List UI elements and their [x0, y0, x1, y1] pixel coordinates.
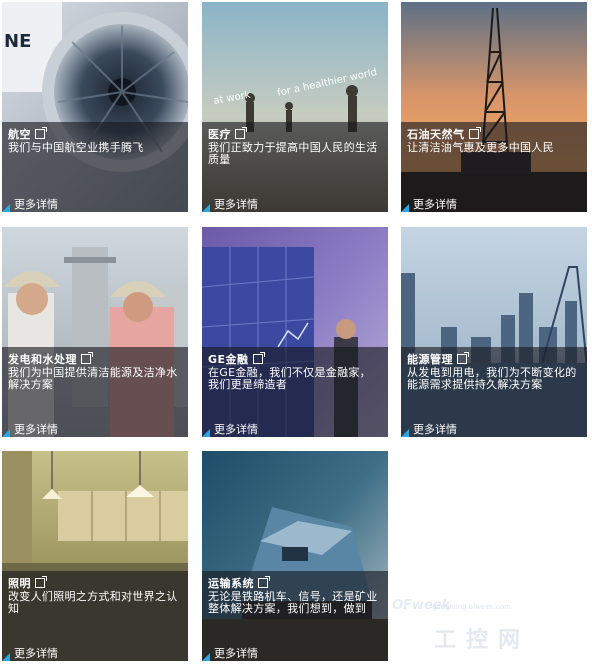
triangle-icon	[202, 429, 210, 437]
tile-energy-management[interactable]: 能源管理 从发电到用电，我们为不断变化的能源需求提供持久解决方案 更多详情	[401, 227, 587, 437]
tile-description: 我们为中国提供清洁能源及洁净水解决方案	[8, 366, 178, 391]
tile-description: 改变人们照明之方式和对世界之认知	[8, 590, 178, 615]
triangle-icon	[2, 429, 10, 437]
tile-description: 从发电到用电，我们为不断变化的能源需求提供持久解决方案	[407, 366, 577, 391]
external-link-icon	[252, 352, 265, 364]
tile-description: 我们正致力于提高中国人民的生活质量	[208, 141, 378, 166]
tile-title: 航空	[8, 128, 31, 141]
tile-oil-gas[interactable]: 石油天然气 让清洁油气惠及更多中国人民 更多详情	[401, 2, 587, 212]
external-link-icon	[457, 352, 469, 364]
tile-description: 在GE金融，我们不仅是金融家，我们更是缔造者	[208, 366, 371, 391]
external-link-icon	[81, 352, 93, 364]
tile-title: 能源管理	[407, 353, 453, 366]
tile-ge-capital[interactable]: GE金融 在GE金融，我们不仅是金融家，我们更是缔造者 更多详情	[202, 227, 388, 437]
triangle-icon	[202, 653, 210, 661]
more-details-label: 更多详情	[214, 423, 258, 436]
external-link-icon	[468, 127, 481, 139]
triangle-icon	[2, 204, 10, 212]
external-link-icon	[35, 576, 47, 588]
more-details-link[interactable]: 更多详情	[202, 196, 388, 212]
tile-power-water[interactable]: 发电和水处理 我们为中国提供清洁能源及洁净水解决方案 更多详情	[2, 227, 188, 437]
external-link-icon	[235, 127, 247, 139]
tile-description: 我们与中国航空业携手腾飞	[8, 141, 144, 154]
external-link-icon	[258, 576, 270, 588]
tile-lighting[interactable]: 照明 改变人们照明之方式和对世界之认知 更多详情	[2, 451, 188, 661]
more-details-label: 更多详情	[14, 647, 58, 660]
tile-title: 照明	[8, 577, 31, 590]
more-details-label: 更多详情	[413, 423, 457, 436]
tile-transportation[interactable]: 运输系统 无论是铁路机车、信号，还是矿业整体解决方案，我们想到，做到 更多详情	[202, 451, 388, 661]
more-details-label: 更多详情	[214, 647, 258, 660]
tile-healthcare[interactable]: at work for a healthier world 医疗 我们正致力于提…	[202, 2, 388, 212]
triangle-icon	[2, 653, 10, 661]
more-details-label: 更多详情	[413, 198, 457, 211]
tile-title: 发电和水处理	[8, 353, 77, 366]
more-details-link[interactable]: 更多详情	[202, 645, 388, 661]
watermark-cn: 工控网	[434, 628, 531, 653]
tile-title: 运输系统	[208, 577, 254, 590]
tile-title: 医疗	[208, 128, 231, 141]
more-details-link[interactable]: 更多详情	[2, 421, 188, 437]
tile-description: 让清洁油气惠及更多中国人民	[407, 141, 554, 154]
more-details-label: 更多详情	[214, 198, 258, 211]
tile-title: 石油天然气	[407, 128, 465, 141]
more-details-link[interactable]: 更多详情	[2, 196, 188, 212]
tile-description: 无论是铁路机车、信号，还是矿业整体解决方案，我们想到，做到	[208, 590, 378, 615]
more-details-link[interactable]: 更多详情	[2, 645, 188, 661]
more-details-label: 更多详情	[14, 198, 58, 211]
more-details-link[interactable]: 更多详情	[401, 421, 587, 437]
more-details-link[interactable]: 更多详情	[202, 421, 388, 437]
triangle-icon	[401, 204, 409, 212]
external-link-icon	[35, 127, 47, 139]
more-details-label: 更多详情	[14, 423, 58, 436]
more-details-link[interactable]: 更多详情	[401, 196, 587, 212]
tile-title: GE金融	[208, 353, 249, 366]
triangle-icon	[202, 204, 210, 212]
svg-text:NE: NE	[4, 31, 31, 52]
triangle-icon	[401, 429, 409, 437]
watermark-small-text: gongkong.ofweek.com	[432, 603, 511, 611]
tile-aviation[interactable]: NE 航空 我们与中国航空业携手腾飞 更多详情	[2, 2, 188, 212]
